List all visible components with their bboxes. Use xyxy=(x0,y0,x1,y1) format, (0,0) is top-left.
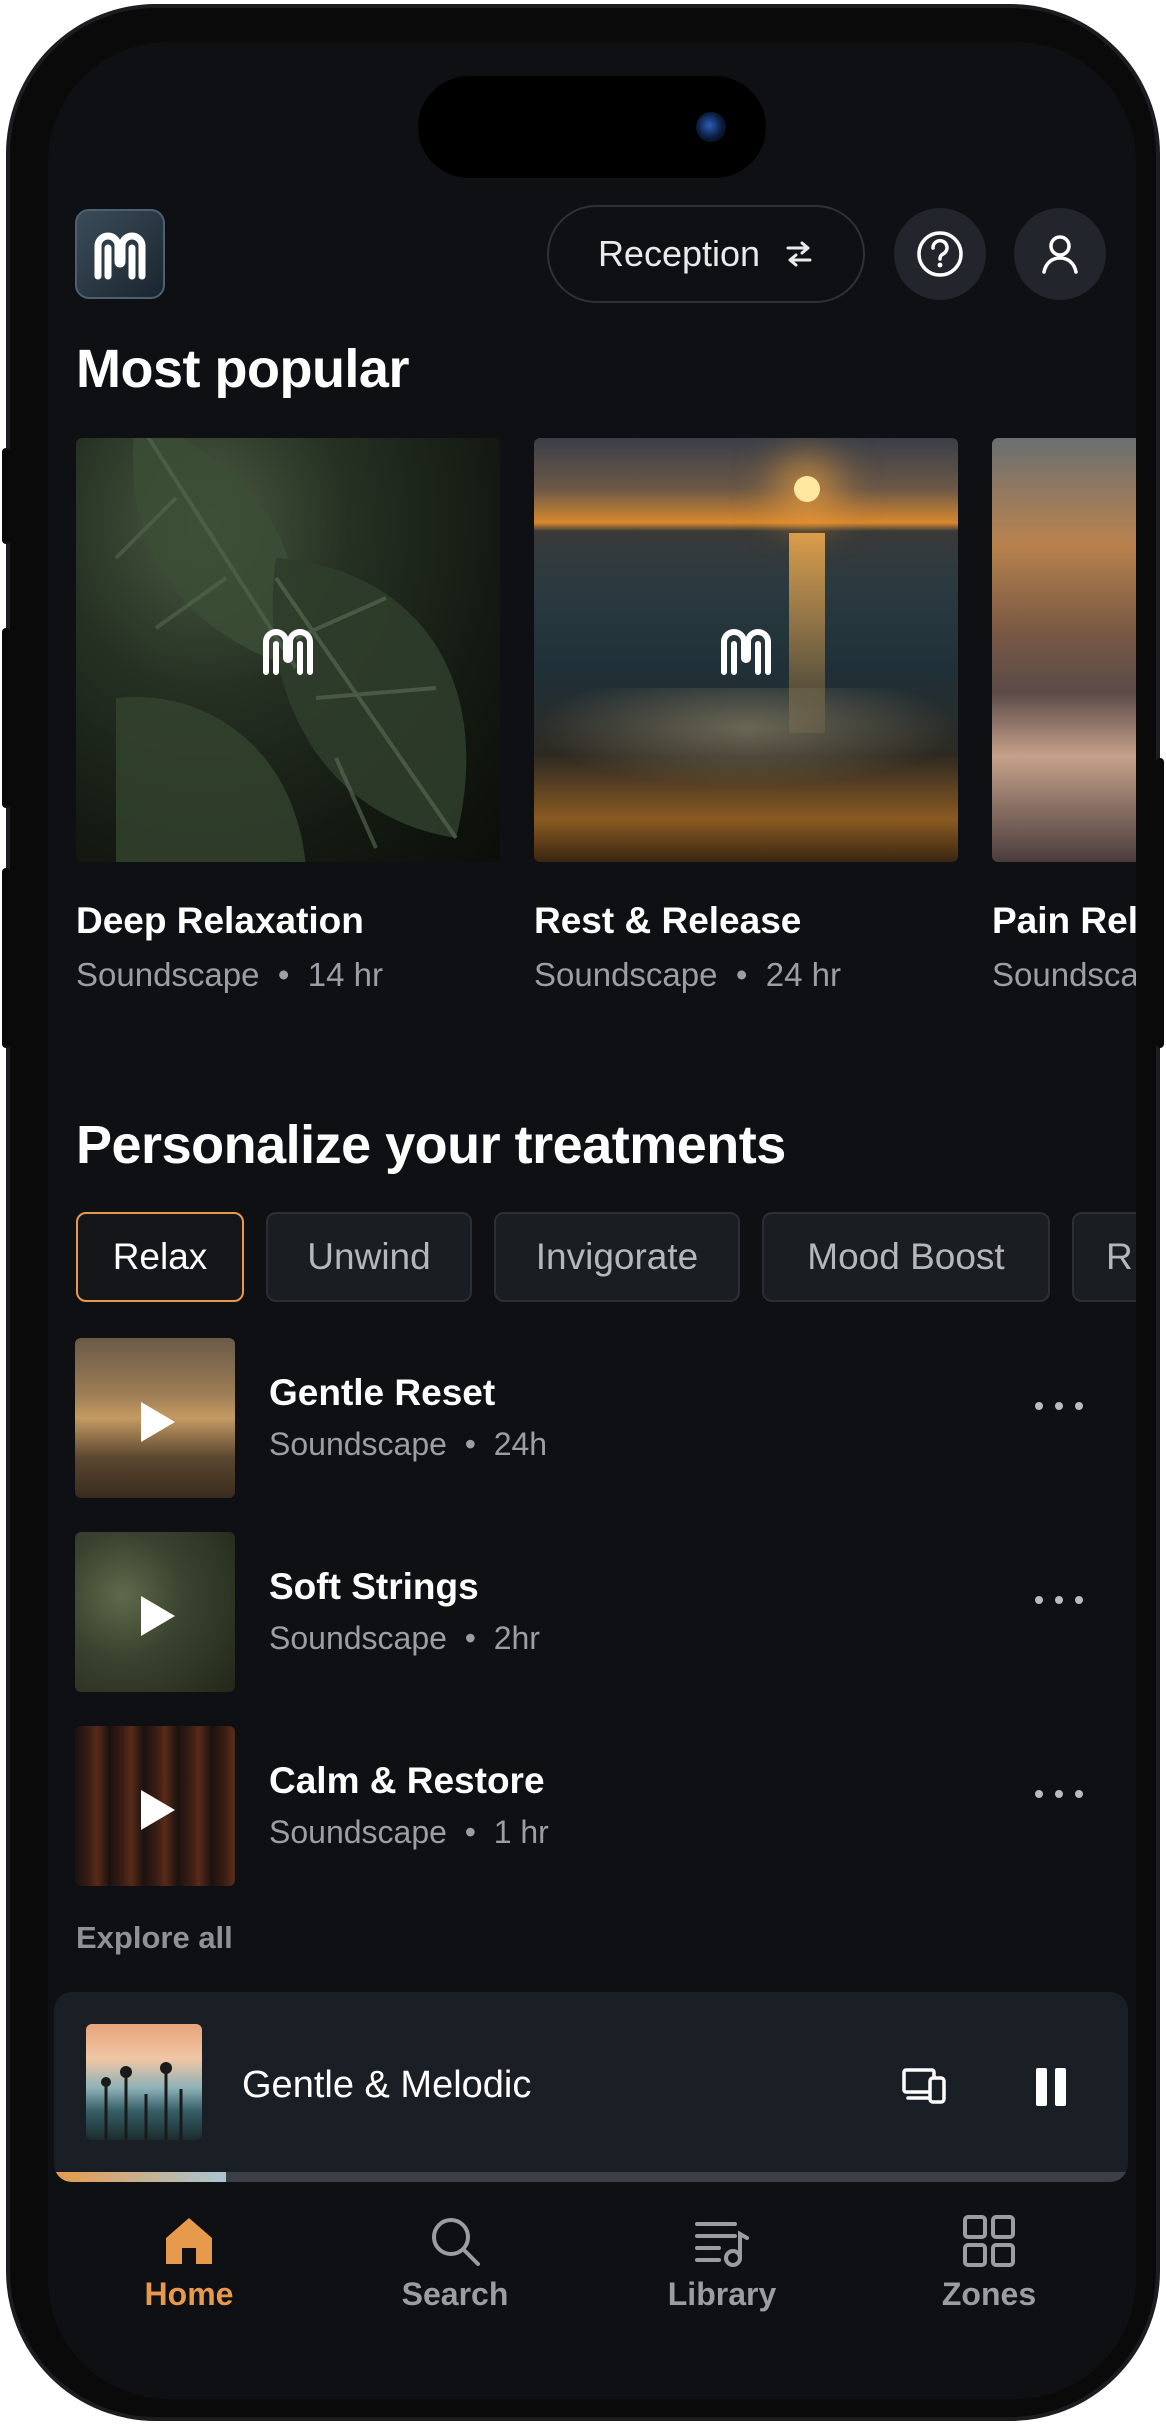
tab-label: Search xyxy=(401,2276,509,2312)
tab-zones[interactable]: Zones xyxy=(889,2212,1089,2313)
more-options-icon[interactable] xyxy=(1035,1790,1083,1798)
help-button[interactable] xyxy=(894,208,986,300)
most-popular-heading: Most popular xyxy=(76,339,409,399)
tab-label: Home xyxy=(144,2276,234,2312)
track-thumbnail xyxy=(75,1532,235,1692)
power-button xyxy=(1156,758,1164,1048)
brand-logo-button[interactable] xyxy=(75,209,165,299)
more-options-icon[interactable] xyxy=(1035,1402,1083,1410)
zone-label: Reception xyxy=(597,233,761,274)
card-subtitle: Soundsca xyxy=(992,956,1136,993)
chip-invigorate[interactable]: Invigorate xyxy=(494,1212,740,1302)
card-artwork xyxy=(992,438,1136,862)
play-icon[interactable] xyxy=(141,1596,175,1636)
playback-progress-bar[interactable] xyxy=(54,2172,1128,2182)
profile-button[interactable] xyxy=(1014,208,1106,300)
card-title: Pain Reli xyxy=(992,900,1136,941)
chip-mood-boost[interactable]: Mood Boost xyxy=(762,1212,1050,1302)
card-subtitle: Soundscape • 14 hr xyxy=(76,956,383,993)
card-artwork xyxy=(534,438,958,862)
track-thumbnail xyxy=(75,1726,235,1886)
now-playing-artwork xyxy=(86,2024,202,2140)
explore-all-link[interactable]: Explore all xyxy=(76,1920,233,1956)
chip-relax[interactable]: Relax xyxy=(76,1212,244,1302)
pause-button[interactable] xyxy=(1034,2068,1068,2106)
playback-progress-fill xyxy=(54,2172,226,2182)
card-title: Rest & Release xyxy=(534,900,802,941)
track-subtitle: Soundscape • 24h xyxy=(269,1426,548,1462)
question-circle-icon xyxy=(917,231,963,277)
popular-card-deep-relaxation[interactable]: Deep Relaxation Soundscape • 14 hr xyxy=(76,438,500,993)
brand-logo-icon xyxy=(94,232,146,280)
track-row-soft-strings[interactable]: Soft Strings Soundscape • 2hr xyxy=(75,1532,1115,1692)
app-screen: Reception Most popular Deep Relaxation S… xyxy=(48,42,1136,2399)
play-icon[interactable] xyxy=(141,1790,175,1830)
card-artwork xyxy=(76,438,500,862)
card-title: Deep Relaxation xyxy=(76,900,364,941)
brand-logo-icon xyxy=(721,629,771,675)
tab-search[interactable]: Search xyxy=(355,2212,555,2313)
popular-card-rest-release[interactable]: Rest & Release Soundscape • 24 hr xyxy=(534,438,958,993)
zone-selector-button[interactable]: Reception xyxy=(547,205,865,303)
chip-unwind[interactable]: Unwind xyxy=(266,1212,472,1302)
track-title: Calm & Restore xyxy=(269,1760,545,1801)
play-icon[interactable] xyxy=(141,1402,175,1442)
home-indicator xyxy=(518,2376,666,2384)
more-options-icon[interactable] xyxy=(1035,1596,1083,1604)
camera-lens xyxy=(696,112,726,142)
track-title: Soft Strings xyxy=(269,1566,479,1607)
card-subtitle: Soundscape • 24 hr xyxy=(534,956,841,993)
wave-splash xyxy=(534,688,958,788)
phone-frame: Reception Most popular Deep Relaxation S… xyxy=(2,4,1164,2421)
devices-icon[interactable] xyxy=(902,2066,948,2106)
grid-icon xyxy=(963,2215,1015,2267)
track-row-calm-restore[interactable]: Calm & Restore Soundscape • 1 hr xyxy=(75,1726,1115,1886)
pause-icon xyxy=(1034,2068,1068,2106)
brand-logo-icon xyxy=(263,629,313,675)
now-playing-bar[interactable]: Gentle & Melodic xyxy=(54,1992,1128,2182)
plant-silhouette-image xyxy=(101,2062,183,2140)
track-subtitle: Soundscape • 1 hr xyxy=(269,1814,549,1850)
dynamic-island xyxy=(418,76,766,178)
mute-switch xyxy=(2,448,10,544)
chip-next[interactable]: R xyxy=(1072,1212,1136,1302)
user-icon xyxy=(1042,235,1078,274)
home-icon xyxy=(166,2218,212,2264)
tab-library[interactable]: Library xyxy=(622,2212,822,2313)
volume-down-button xyxy=(2,868,10,1048)
search-icon xyxy=(432,2218,480,2266)
popular-card-pain-relief[interactable]: Pain Reli Soundsca xyxy=(992,438,1136,993)
track-subtitle: Soundscape • 2hr xyxy=(269,1620,540,1656)
now-playing-title: Gentle & Melodic xyxy=(242,2064,532,2106)
track-row-gentle-reset[interactable]: Gentle Reset Soundscape • 24h xyxy=(75,1338,1115,1498)
tab-home[interactable]: Home xyxy=(89,2212,289,2313)
tab-label: Zones xyxy=(941,2276,1037,2312)
tab-label: Library xyxy=(667,2276,777,2312)
sun-glow xyxy=(794,476,820,502)
track-thumbnail xyxy=(75,1338,235,1498)
volume-up-button xyxy=(2,628,10,808)
library-icon xyxy=(695,2222,749,2267)
track-title: Gentle Reset xyxy=(269,1372,496,1413)
personalize-heading: Personalize your treatments xyxy=(76,1115,786,1175)
swap-arrows-icon xyxy=(786,241,812,267)
